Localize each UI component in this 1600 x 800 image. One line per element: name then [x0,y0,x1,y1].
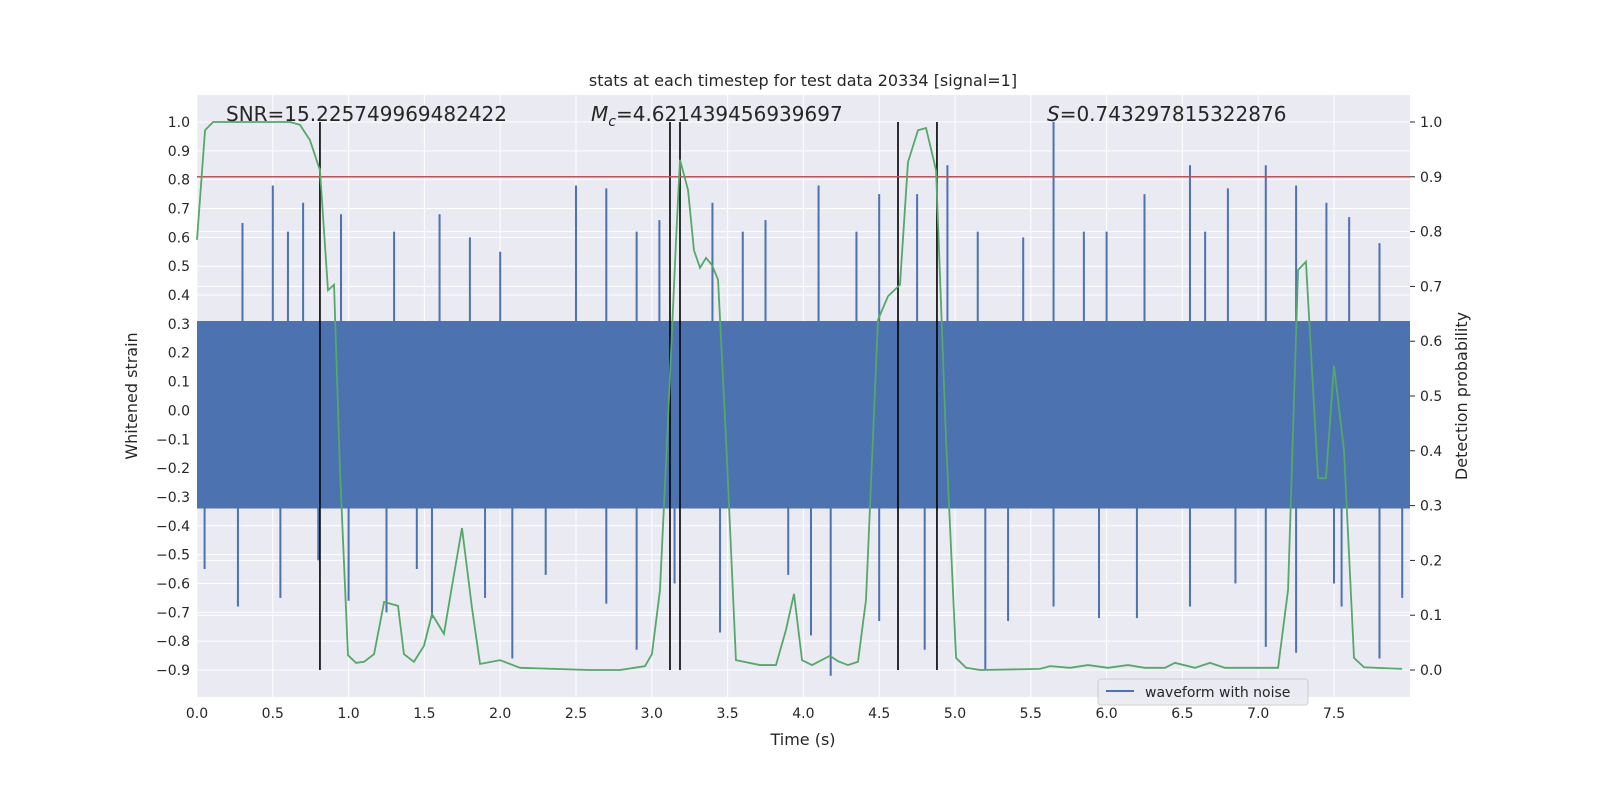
y-tick-label: 1.0 [168,115,190,131]
chart-title: stats at each timestep for test data 203… [589,71,1017,90]
y-tick-label: −0.8 [156,634,190,650]
s-symbol: S [1047,102,1060,126]
y-tick-label: −0.1 [156,432,190,448]
x-tick-label: 6.5 [1171,706,1193,722]
x-tick-label: 6.0 [1095,706,1117,722]
legend-label-waveform: waveform with noise [1145,685,1290,701]
chirp-mass-annotation: Mc=4.621439456939697 [591,102,843,130]
y-tick-label: 0.1 [168,375,190,391]
y-tick-label: −0.7 [156,605,190,621]
y-right-tick-label: 0.8 [1420,225,1442,241]
x-tick-label: 0.5 [262,706,284,722]
y-right-tick-label: 0.7 [1420,279,1442,295]
y-right-tick-label: 0.6 [1420,334,1442,350]
y-right-tick-label: 0.1 [1420,608,1442,624]
mc-symbol: M [591,102,608,126]
x-tick-label: 7.5 [1323,706,1345,722]
y-tick-label: −0.6 [156,576,190,592]
y-tick-label: 0.5 [168,259,190,275]
x-tick-label: 4.0 [792,706,814,722]
y-tick-label: −0.4 [156,519,190,535]
y-tick-label: 0.7 [168,202,190,218]
y-tick-label: 0.0 [168,403,190,419]
s-annotation: S=0.743297815322876 [1047,102,1286,126]
y-tick-label: 0.6 [168,230,190,246]
x-tick-labels: 0.0 0.5 1.0 1.5 2.0 2.5 3.0 3.5 4.0 4.5 5.0 5.5 6.0 6… [186,706,1345,722]
y-right-tick-label: 0.4 [1420,444,1442,460]
y-tick-label: 0.4 [168,288,190,304]
y-right-tick-label: 0.9 [1420,170,1442,186]
x-tick-label: 0.0 [186,706,208,722]
x-tick-label: 2.5 [565,706,587,722]
x-tick-label: 1.5 [413,706,435,722]
mc-value: =4.621439456939697 [616,102,843,126]
s-value: =0.743297815322876 [1060,102,1287,126]
y-right-tick-label: 0.5 [1420,389,1442,405]
y-right-tick-label: 1.0 [1420,115,1442,131]
legend: waveform with noise [1097,678,1309,706]
y-right-tick-label: 0.2 [1420,553,1442,569]
y-tick-label: −0.3 [156,490,190,506]
y-right-axis-label: Detection probability [1452,312,1471,480]
y-tick-label: −0.9 [156,663,190,679]
y-right-tick-labels: 1.0 0.9 0.8 0.7 0.6 0.5 0.4 0.3 0.2 0.1 0.0 [1410,115,1442,679]
y-axis-label: Whitened strain [122,332,141,459]
x-tick-label: 3.5 [716,706,738,722]
x-tick-label: 4.5 [868,706,890,722]
y-tick-labels: 1.0 0.9 0.8 0.7 0.6 0.5 0.4 0.3 0.2 0.1 0.0 −0.1 −0.… [156,115,190,679]
x-axis-label: Time (s) [769,730,835,749]
x-tick-label: 5.5 [1020,706,1042,722]
x-tick-label: 2.0 [489,706,511,722]
y-tick-label: −0.5 [156,548,190,564]
y-tick-label: −0.2 [156,461,190,477]
x-tick-label: 7.0 [1247,706,1269,722]
y-right-tick-label: 0.0 [1420,663,1442,679]
y-right-tick-label: 0.3 [1420,499,1442,515]
y-tick-label: 0.2 [168,346,190,362]
snr-annotation: SNR=15.225749969482422 [226,102,507,126]
y-tick-label: 0.9 [168,144,190,160]
chart: 0.0 0.5 1.0 1.5 2.0 2.5 3.0 3.5 4.0 4.5 5.0 5.5 6.0 6… [122,71,1471,749]
y-tick-label: 0.8 [168,173,190,189]
y-tick-label: 0.3 [168,317,190,333]
x-tick-label: 3.0 [641,706,663,722]
x-tick-label: 5.0 [944,706,966,722]
x-tick-label: 1.0 [337,706,359,722]
